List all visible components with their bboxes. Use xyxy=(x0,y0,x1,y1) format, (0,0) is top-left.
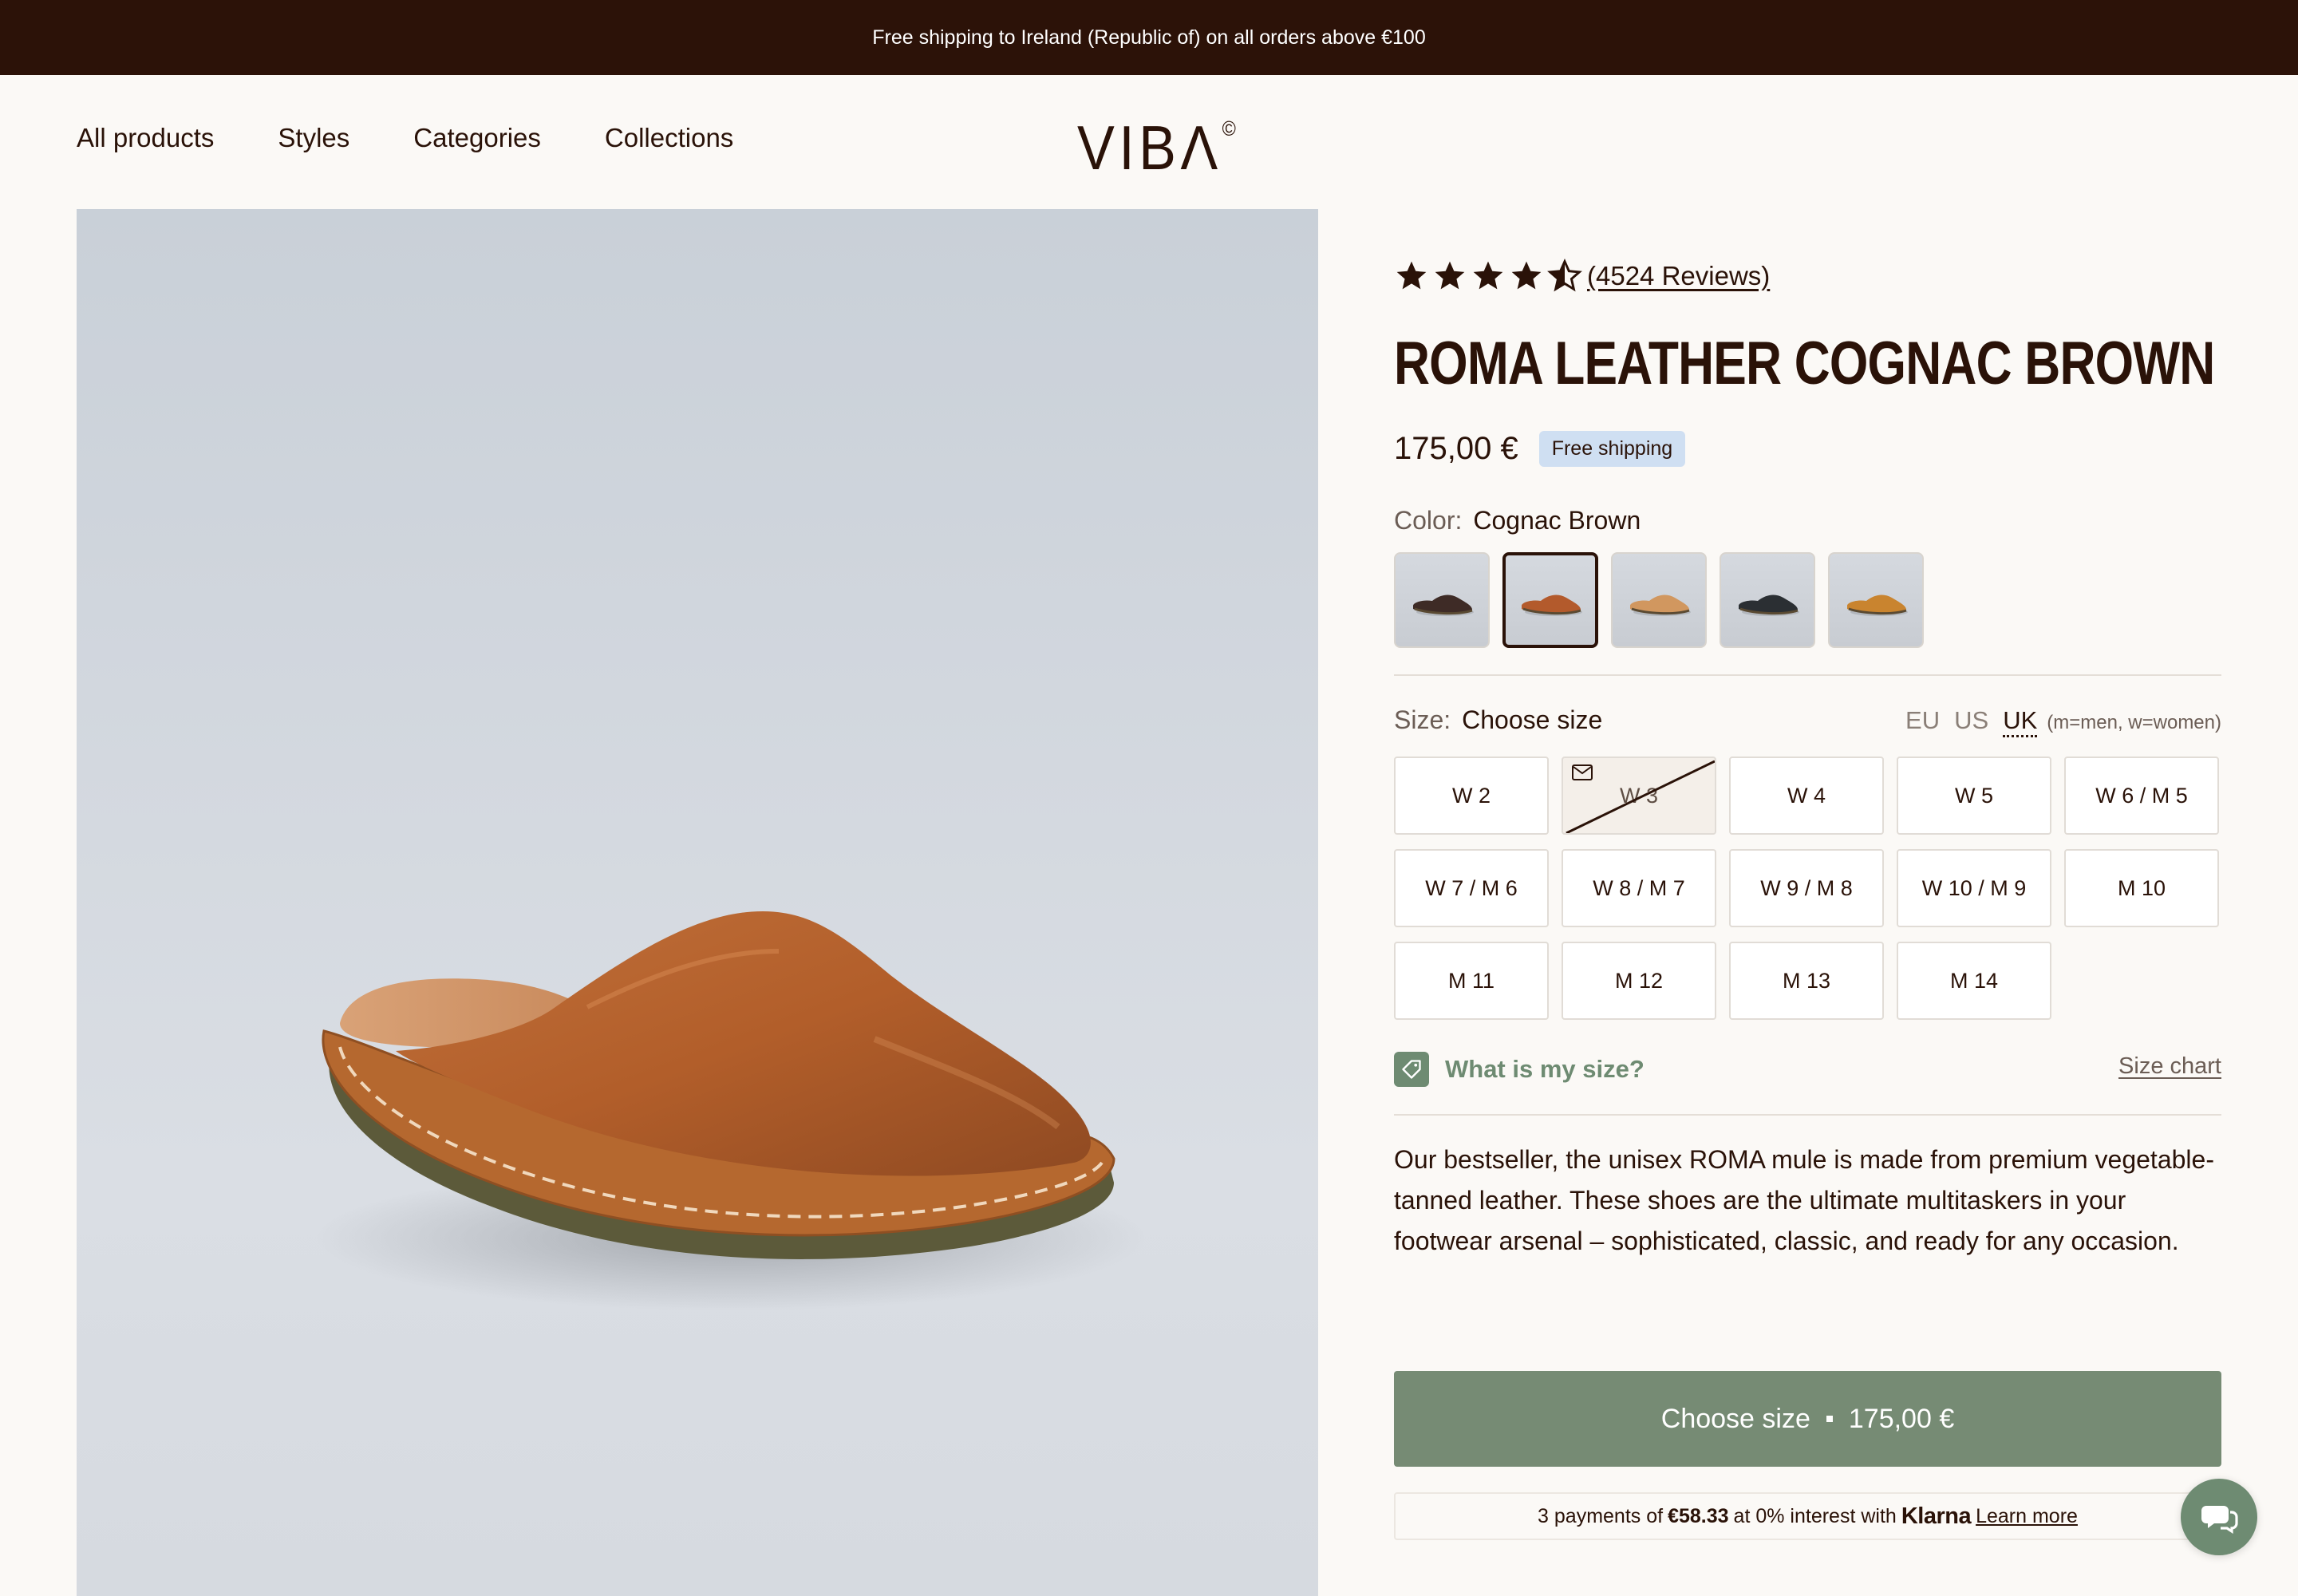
shoe-thumbnail-icon xyxy=(1522,595,1582,616)
size-option-label: M 11 xyxy=(1447,968,1495,993)
color-swatch[interactable] xyxy=(1720,552,1815,648)
klarna-prefix: 3 payments of xyxy=(1538,1504,1664,1527)
brand-logo[interactable]: VIBΛ© xyxy=(1077,112,1236,184)
shoe-thumbnail-icon xyxy=(1630,595,1691,616)
shoe-thumbnail-icon xyxy=(1413,595,1474,616)
product-image[interactable] xyxy=(77,209,1318,1596)
size-option[interactable]: M 10 xyxy=(2064,849,2219,927)
nav-collections[interactable]: Collections xyxy=(605,123,733,153)
color-value: Cognac Brown xyxy=(1473,506,1641,535)
size-value: Choose size xyxy=(1462,705,1603,734)
color-swatch[interactable] xyxy=(1611,552,1707,648)
klarna-banner: 3 payments of €58.33 at 0% interest with… xyxy=(1394,1492,2221,1540)
tag-icon xyxy=(1394,1052,1429,1087)
nav-categories[interactable]: Categories xyxy=(413,123,541,153)
size-option-label: W 8 / M 7 xyxy=(1593,875,1685,900)
klarna-middle: at 0% interest with xyxy=(1733,1504,1897,1527)
unit-us[interactable]: US xyxy=(1954,706,1988,735)
what-size-label: What is my size? xyxy=(1445,1055,1645,1083)
size-option-label: M 12 xyxy=(1614,968,1664,993)
size-option[interactable]: W 8 / M 7 xyxy=(1562,849,1716,927)
size-option-label: M 14 xyxy=(1949,968,1999,993)
nav-all-products[interactable]: All products xyxy=(77,123,214,153)
color-swatch[interactable] xyxy=(1828,552,1924,648)
star-half-icon xyxy=(1547,259,1582,292)
size-unit-toggle: EU US UK (m=men, w=women) xyxy=(1905,706,2221,737)
klarna-logo: Klarna xyxy=(1901,1503,1972,1529)
star-full-icon xyxy=(1435,261,1465,290)
product-price: 175,00 € xyxy=(1394,431,1518,466)
unit-uk[interactable]: UK xyxy=(2003,706,2038,737)
size-option-label: W 6 / M 5 xyxy=(2095,783,2188,808)
chat-button[interactable] xyxy=(2181,1479,2257,1555)
size-option[interactable]: W 4 xyxy=(1729,757,1884,835)
klarna-learn-more[interactable]: Learn more xyxy=(1976,1505,2078,1528)
rating-row[interactable]: (4524 Reviews) xyxy=(1394,259,1770,294)
color-swatch[interactable] xyxy=(1502,552,1598,648)
unit-eu[interactable]: EU xyxy=(1905,706,1940,735)
logo-mark: © xyxy=(1222,117,1236,140)
color-selection-label: Color: Cognac Brown xyxy=(1394,506,1641,535)
size-option[interactable]: W 7 / M 6 xyxy=(1394,849,1549,927)
klarna-amount: €58.33 xyxy=(1668,1504,1729,1527)
color-swatch[interactable] xyxy=(1394,552,1490,648)
size-option[interactable]: W 3 xyxy=(1562,757,1716,835)
star-rating xyxy=(1394,259,1582,294)
size-option-label: W 7 / M 6 xyxy=(1425,875,1518,900)
size-option-label: W 5 xyxy=(1954,783,1993,808)
cta-separator xyxy=(1826,1416,1833,1422)
product-description: Our bestseller, the unisex ROMA mule is … xyxy=(1394,1145,2214,1255)
main-nav: All products Styles Categories Collectio… xyxy=(77,123,733,153)
size-option[interactable]: M 12 xyxy=(1562,942,1716,1020)
cta-label: Choose size xyxy=(1660,1403,1810,1434)
chat-icon xyxy=(2201,1506,2238,1534)
size-option-label: W 10 / M 9 xyxy=(1921,875,2027,900)
size-option-label: M 10 xyxy=(2117,875,2166,900)
logo-text: VIBΛ xyxy=(1077,113,1222,183)
choose-size-button[interactable]: Choose size 175,00 € xyxy=(1394,1371,2221,1467)
shoe-thumbnail-icon xyxy=(1739,595,1799,616)
size-grid: W 2 W 3 W 4 W 5 W 6 / M 5 W 7 / M 6 W 8 / M 7 W… xyxy=(1394,757,2219,1020)
what-is-my-size-link[interactable]: What is my size? xyxy=(1394,1052,1645,1087)
size-option[interactable]: M 11 xyxy=(1394,942,1549,1020)
size-option[interactable]: W 5 xyxy=(1897,757,2051,835)
star-full-icon xyxy=(1473,261,1503,290)
size-option[interactable]: W 6 / M 5 xyxy=(2064,757,2219,835)
product-title: ROMA LEATHER COGNAC BROWN xyxy=(1394,330,2215,397)
size-selection-header: Size: Choose size EU US UK (m=men, w=wome… xyxy=(1394,705,2221,737)
nav-styles[interactable]: Styles xyxy=(278,123,349,153)
reviews-link[interactable]: (4524 Reviews) xyxy=(1587,261,1770,291)
star-full-icon xyxy=(1511,261,1542,290)
color-swatches xyxy=(1394,552,1924,648)
size-option[interactable]: W 9 / M 8 xyxy=(1729,849,1884,927)
mail-icon xyxy=(1572,764,1593,780)
size-label: Size: xyxy=(1394,705,1451,734)
size-option[interactable]: W 10 / M 9 xyxy=(1897,849,2051,927)
announcement-bar: Free shipping to Ireland (Republic of) o… xyxy=(0,0,2298,75)
shoe-thumbnail-icon xyxy=(1847,595,1908,616)
divider xyxy=(1394,1114,2221,1116)
shoe-illustration xyxy=(316,911,1146,1310)
size-option-label: W 2 xyxy=(1451,783,1491,808)
star-full-icon xyxy=(1396,261,1427,290)
color-label: Color: xyxy=(1394,506,1463,535)
size-option-label: W 4 xyxy=(1787,783,1826,808)
size-option[interactable]: M 14 xyxy=(1897,942,2051,1020)
size-option-label: W 9 / M 8 xyxy=(1760,875,1853,900)
free-shipping-badge: Free shipping xyxy=(1538,431,1686,467)
size-option[interactable]: M 13 xyxy=(1729,942,1884,1020)
size-chart-link[interactable]: Size chart xyxy=(2118,1053,2221,1080)
price-row: 175,00 € Free shipping xyxy=(1394,431,1686,467)
announcement-text: Free shipping to Ireland (Republic of) o… xyxy=(872,26,1426,49)
cta-price: 175,00 € xyxy=(1848,1403,1955,1434)
size-option-label: M 13 xyxy=(1782,968,1831,993)
units-note: (m=men, w=women) xyxy=(2047,712,2221,733)
size-option[interactable]: W 2 xyxy=(1394,757,1549,835)
divider xyxy=(1394,674,2221,676)
